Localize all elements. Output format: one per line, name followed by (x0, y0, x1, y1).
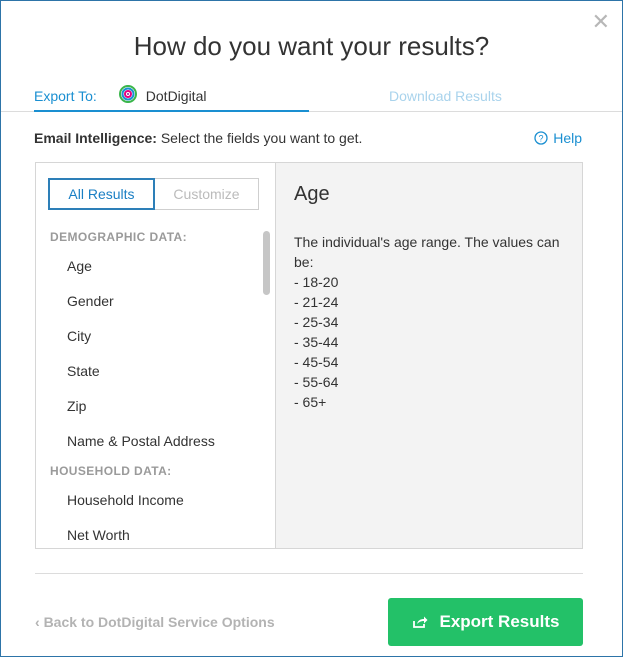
field-item-household-income[interactable]: Household Income (36, 483, 261, 518)
export-results-button[interactable]: Export Results (388, 598, 583, 646)
tab-export-label: Export To: (34, 88, 97, 104)
subheader: Email Intelligence: Select the fields yo… (34, 130, 362, 146)
detail-value: - 21-24 (294, 294, 339, 310)
detail-description: The individual's age range. The values c… (294, 234, 560, 270)
field-item-zip[interactable]: Zip (36, 389, 261, 424)
export-icon (412, 616, 427, 628)
field-item-state[interactable]: State (36, 354, 261, 389)
field-list: DEMOGRAPHIC DATA: Age Gender City State … (36, 225, 261, 548)
household-header: HOUSEHOLD DATA: (50, 464, 172, 478)
export-results-label: Export Results (439, 612, 560, 631)
field-list-scrollbar[interactable] (263, 231, 270, 295)
export-dialog: ✕ How do you want your results? Export T… (0, 0, 623, 657)
tab-export-to[interactable]: Export To: DotDigital (34, 85, 309, 112)
all-results-button[interactable]: All Results (48, 178, 155, 210)
field-list-pane[interactable]: All Results Customize DEMOGRAPHIC DATA: … (36, 163, 276, 548)
tab-download-results[interactable]: Download Results (389, 88, 502, 104)
detail-value: - 55-64 (294, 374, 339, 390)
help-icon: ? (534, 131, 548, 145)
fields-panel: All Results Customize DEMOGRAPHIC DATA: … (35, 162, 583, 549)
field-item-gender[interactable]: Gender (36, 284, 261, 319)
help-link[interactable]: ? Help (534, 130, 582, 146)
field-item-age[interactable]: Age (36, 249, 261, 284)
svg-text:?: ? (539, 134, 544, 144)
detail-value: - 65+ (294, 394, 327, 410)
dialog-title: How do you want your results? (133, 31, 490, 61)
subheader-text: Select the fields you want to get. (156, 130, 363, 146)
detail-value: - 18-20 (294, 274, 339, 290)
detail-title: Age (294, 183, 330, 205)
field-item-net-worth[interactable]: Net Worth (36, 518, 261, 548)
field-item-city[interactable]: City (36, 319, 261, 354)
back-link[interactable]: ‹ Back to DotDigital Service Options (35, 614, 275, 630)
chevron-left-icon: ‹ (35, 614, 44, 630)
close-icon[interactable]: ✕ (592, 11, 610, 33)
help-label: Help (553, 130, 582, 146)
footer-divider (35, 573, 583, 574)
detail-value: - 25-34 (294, 314, 339, 330)
service-name: DotDigital (145, 88, 207, 104)
dotdigital-logo-icon (118, 85, 137, 103)
results-toggle: All Results Customize (48, 178, 259, 210)
tab-bar: Export To: DotDigital Download Results (1, 85, 622, 112)
field-detail-pane: Age The individual's age range. The valu… (276, 163, 582, 548)
customize-button[interactable]: Customize (155, 178, 259, 210)
field-item-name-postal[interactable]: Name & Postal Address (36, 424, 261, 459)
subheader-bold: Email Intelligence: (34, 130, 157, 146)
detail-value: - 35-44 (294, 334, 339, 350)
demographic-header: DEMOGRAPHIC DATA: (50, 230, 188, 244)
detail-value: - 45-54 (294, 354, 339, 370)
back-label: Back to DotDigital Service Options (43, 614, 275, 630)
